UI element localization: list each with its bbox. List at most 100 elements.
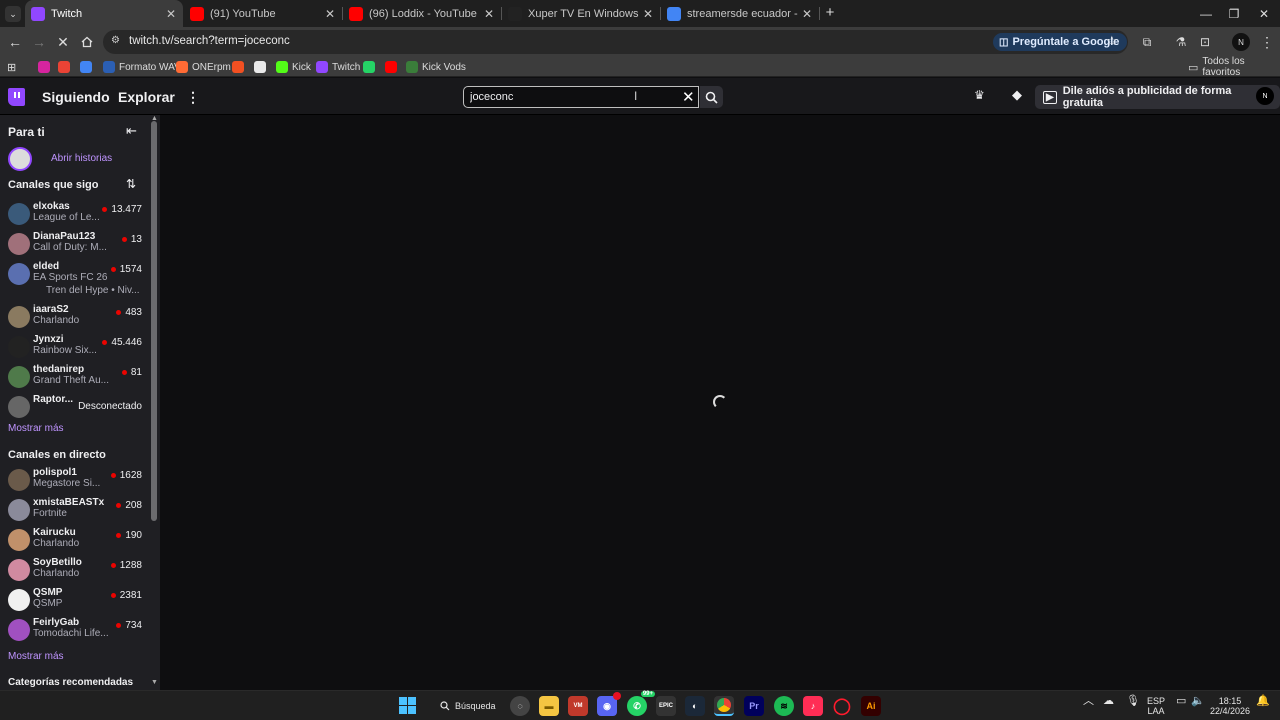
network-icon[interactable]: ▭ [1176, 696, 1186, 707]
channel-name: Jynxzi [33, 334, 64, 345]
scroll-down-icon[interactable]: ▼ [151, 679, 158, 686]
channel-item[interactable]: polispol1 Megastore Si... 1628 [0, 465, 150, 495]
twitch-logo-icon[interactable] [8, 88, 25, 106]
channel-item[interactable]: xmistaBEASTx Fortnite 208 [0, 495, 150, 525]
search-button[interactable] [700, 86, 723, 108]
show-more-live[interactable]: Mostrar más [8, 651, 64, 662]
voicemeeter-icon[interactable]: VM [568, 696, 588, 716]
whatsapp-icon[interactable]: ✆ 99+ [627, 691, 655, 716]
forward-icon[interactable]: → [30, 33, 48, 51]
bookmark-item[interactable] [38, 59, 50, 75]
close-tab-icon[interactable]: ✕ [799, 7, 815, 21]
close-tab-icon[interactable]: ✕ [640, 7, 656, 21]
close-tab-icon[interactable]: ✕ [163, 7, 179, 21]
stop-loading-icon[interactable]: ✕ [54, 33, 72, 51]
channel-item[interactable]: elded EA Sports FC 26 1574 Tren del Hype • … [0, 259, 150, 296]
opera-icon[interactable]: ◯ [832, 696, 852, 716]
site-info-icon[interactable]: ⚙ [111, 35, 120, 46]
open-stories-link[interactable]: Abrir historias [51, 153, 112, 164]
bookmark-item[interactable]: Formato WAV [103, 59, 181, 75]
show-hidden-icons[interactable]: ︿ [1083, 696, 1094, 707]
bookmarks-bar: ⊞ Formato WAV ONErpm Kick Twitch Kick Vods ▭… [0, 56, 1280, 78]
bookmark-item[interactable] [80, 59, 92, 75]
channel-item[interactable]: DianaPau123 Call of Duty: M... 13 [0, 229, 150, 259]
channel-item[interactable]: Jynxzi Rainbow Six... 45.446 [0, 332, 150, 362]
channel-item[interactable]: QSMP QSMP 2381 [0, 585, 150, 615]
user-avatar[interactable]: N [1256, 87, 1274, 105]
spotify-icon[interactable]: ≋ [774, 696, 794, 716]
more-options-icon[interactable]: ⋮ [186, 89, 200, 106]
language-indicator[interactable]: ESP LAA [1146, 696, 1166, 716]
bookmark-item[interactable]: Kick Vods [406, 59, 466, 75]
browser-tab[interactable]: (96) Loddix - YouTube ✕ [343, 0, 502, 27]
search-input[interactable] [470, 90, 670, 104]
close-tab-icon[interactable]: ✕ [322, 7, 338, 21]
channel-item[interactable]: thedanirep Grand Theft Au... 81 [0, 362, 150, 392]
bits-icon[interactable]: ◆ [1012, 87, 1022, 103]
prime-crown-icon[interactable]: ♛ [974, 88, 985, 102]
channel-item[interactable]: SoyBetillo Charlando 1288 [0, 555, 150, 585]
bookmark-item[interactable]: Kick [276, 59, 311, 75]
tab-search-button[interactable]: ⌄ [5, 6, 21, 22]
premiere-icon[interactable]: Pr [744, 696, 764, 716]
browser-tab[interactable]: Twitch ✕ [25, 0, 183, 27]
channel-item[interactable]: Raptor... Desconectado [0, 392, 150, 422]
copilot-icon[interactable]: ◌ [510, 696, 530, 716]
browser-tab[interactable]: streamersde ecuador - Buscar co✕ [661, 0, 820, 27]
channel-item[interactable]: elxokas League of Le... 13.477 [0, 199, 150, 229]
microphone-icon[interactable]: 🎙 [1126, 696, 1140, 707]
bookmark-item[interactable] [385, 59, 397, 75]
nav-browse-link[interactable]: Explorar [118, 89, 175, 105]
nav-following-link[interactable]: Siguiendo [42, 89, 110, 105]
show-more-followed[interactable]: Mostrar más [8, 423, 64, 434]
notification-bell-icon[interactable]: 🔔 [1256, 696, 1270, 707]
bookmark-item[interactable] [363, 59, 375, 75]
customize-icon[interactable]: ⚗ [1172, 33, 1190, 51]
bookmark-item[interactable] [254, 59, 266, 75]
extensions-icon[interactable]: ⧉ [1138, 33, 1156, 51]
sort-icon[interactable]: ⇅ [126, 177, 136, 191]
profile-sync-icon[interactable]: ⊡ [1196, 33, 1214, 51]
new-tab-button[interactable]: + [822, 5, 838, 21]
tiktok-icon[interactable]: ♪ [803, 696, 823, 716]
volume-icon[interactable]: 🔈 [1191, 696, 1205, 707]
bookmark-star-icon[interactable]: ☆ [1106, 33, 1118, 49]
profile-avatar[interactable]: N [1232, 33, 1250, 51]
restore-button[interactable]: ❐ [1218, 0, 1250, 27]
clock-date: 22/4/2026 [1210, 706, 1251, 716]
bookmark-item[interactable]: ONErpm [176, 59, 231, 75]
windows-start-icon[interactable] [399, 697, 416, 714]
bookmark-item[interactable]: Twitch [316, 59, 360, 75]
channel-item[interactable]: Kairucku Charlando 190 [0, 525, 150, 555]
apps-icon[interactable]: ⊞ [7, 59, 16, 75]
illustrator-icon[interactable]: Ai [861, 696, 881, 716]
stories-avatar[interactable] [8, 147, 32, 171]
file-explorer-icon[interactable]: ▬ [539, 696, 559, 716]
close-tab-icon[interactable]: ✕ [481, 7, 497, 21]
channel-item[interactable]: iaaraS2 Charlando 483 [0, 302, 150, 332]
browser-tab[interactable]: Xuper TV En Windows PC: Guía✕ [502, 0, 661, 27]
channel-item[interactable]: FeirlyGab Tomodachi Life... 734 [0, 615, 150, 645]
menu-icon[interactable]: ⋮ [1258, 33, 1276, 51]
discord-icon[interactable]: ◉ [597, 692, 621, 716]
bookmark-item[interactable] [232, 59, 244, 75]
clock[interactable]: 18:15 22/4/2026 [1210, 696, 1250, 716]
chrome-icon[interactable] [714, 696, 734, 716]
browser-tab[interactable]: (91) YouTube ✕ [184, 0, 343, 27]
ad-free-button[interactable]: ▶ Dile adiós a publicidad de forma gratu… [1035, 85, 1280, 109]
steam-icon[interactable]: ◐ [685, 696, 705, 716]
address-bar[interactable]: ⚙ twitch.tv/search?term=joceconc ◫ Pregú… [103, 30, 1128, 54]
close-window-button[interactable]: ✕ [1248, 0, 1280, 27]
scroll-up-icon[interactable]: ▲ [151, 115, 158, 122]
channel-name: xmistaBEASTx [33, 497, 105, 508]
all-bookmarks[interactable]: ▭ Todos los favoritos [1188, 56, 1280, 78]
clear-search-icon[interactable]: ✕ [682, 88, 695, 106]
onedrive-icon[interactable]: ☁ [1103, 696, 1114, 707]
home-icon[interactable] [78, 33, 96, 51]
back-icon[interactable]: ← [6, 33, 24, 51]
sidebar-scrollbar[interactable] [151, 121, 157, 521]
bookmark-item[interactable] [58, 59, 70, 75]
taskbar-search[interactable]: Búsqueda [428, 696, 500, 716]
epic-games-icon[interactable]: EPIC [656, 696, 676, 716]
collapse-sidebar-icon[interactable]: ⇤ [126, 123, 137, 139]
